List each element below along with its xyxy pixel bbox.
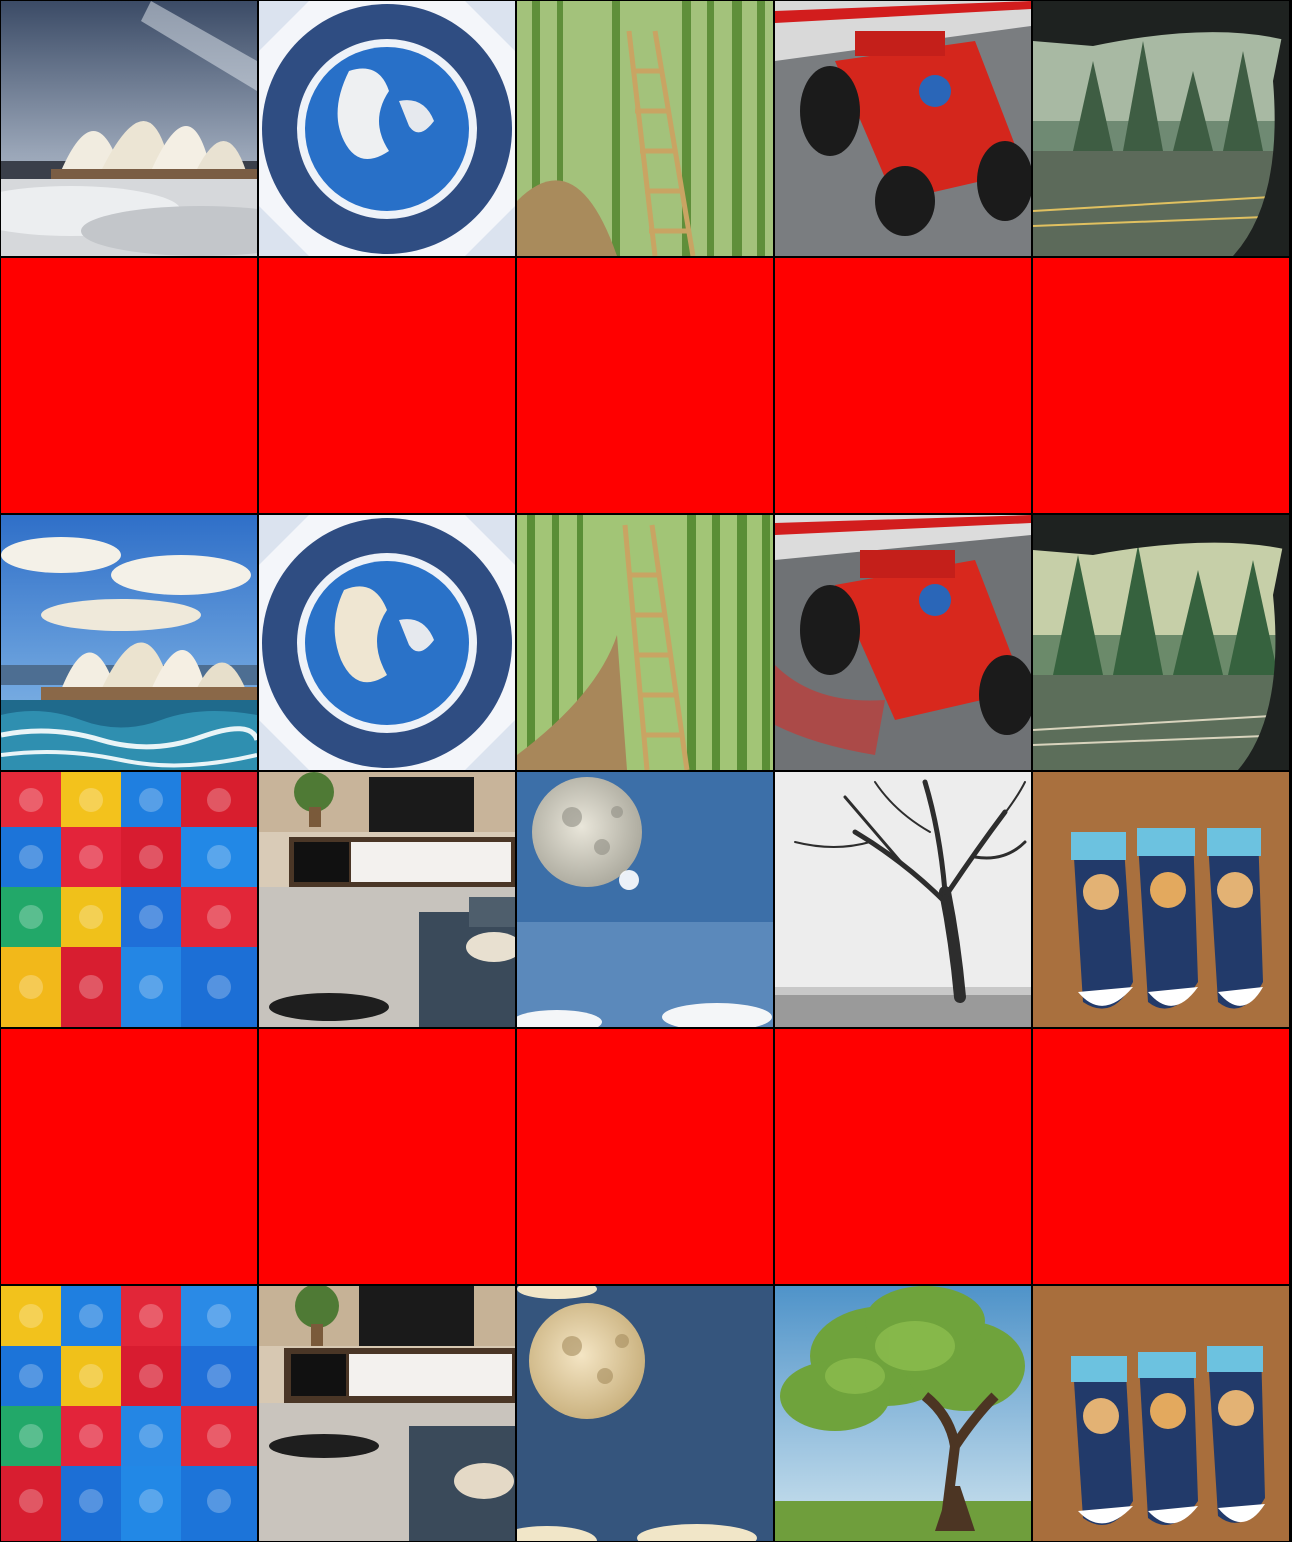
image-grid [0, 0, 1292, 1542]
red-placeholder-tile [259, 1029, 515, 1284]
cat-socks-image [1033, 1286, 1289, 1541]
windshield-road-image [1033, 515, 1289, 770]
bamboo-ladder-image [517, 1, 773, 256]
red-placeholder-tile [517, 258, 773, 513]
earth-globe-image [259, 1, 515, 256]
red-placeholder-tile [1033, 258, 1289, 513]
moon-sky-image [517, 772, 773, 1027]
red-placeholder-tile [775, 1029, 1031, 1284]
windshield-road-image [1033, 1, 1289, 256]
toy-bricks-image [1, 1286, 257, 1541]
race-car-image [775, 515, 1031, 770]
living-room-image [259, 1286, 515, 1541]
opera-house-foggy-image [1, 1, 257, 256]
red-placeholder-tile [1, 258, 257, 513]
earth-globe-image [259, 515, 515, 770]
bare-tree-image [775, 772, 1031, 1027]
cat-socks-image [1033, 772, 1289, 1027]
red-placeholder-tile [1, 1029, 257, 1284]
red-placeholder-tile [517, 1029, 773, 1284]
moon-clouds-image [517, 1286, 773, 1541]
toy-bricks-image [1, 772, 257, 1027]
bamboo-ladder-image [517, 515, 773, 770]
red-placeholder-tile [1033, 1029, 1289, 1284]
race-car-image [775, 1, 1031, 256]
opera-house-waves-image [1, 515, 257, 770]
green-tree-image [775, 1286, 1031, 1541]
red-placeholder-tile [775, 258, 1031, 513]
living-room-image [259, 772, 515, 1027]
red-placeholder-tile [259, 258, 515, 513]
